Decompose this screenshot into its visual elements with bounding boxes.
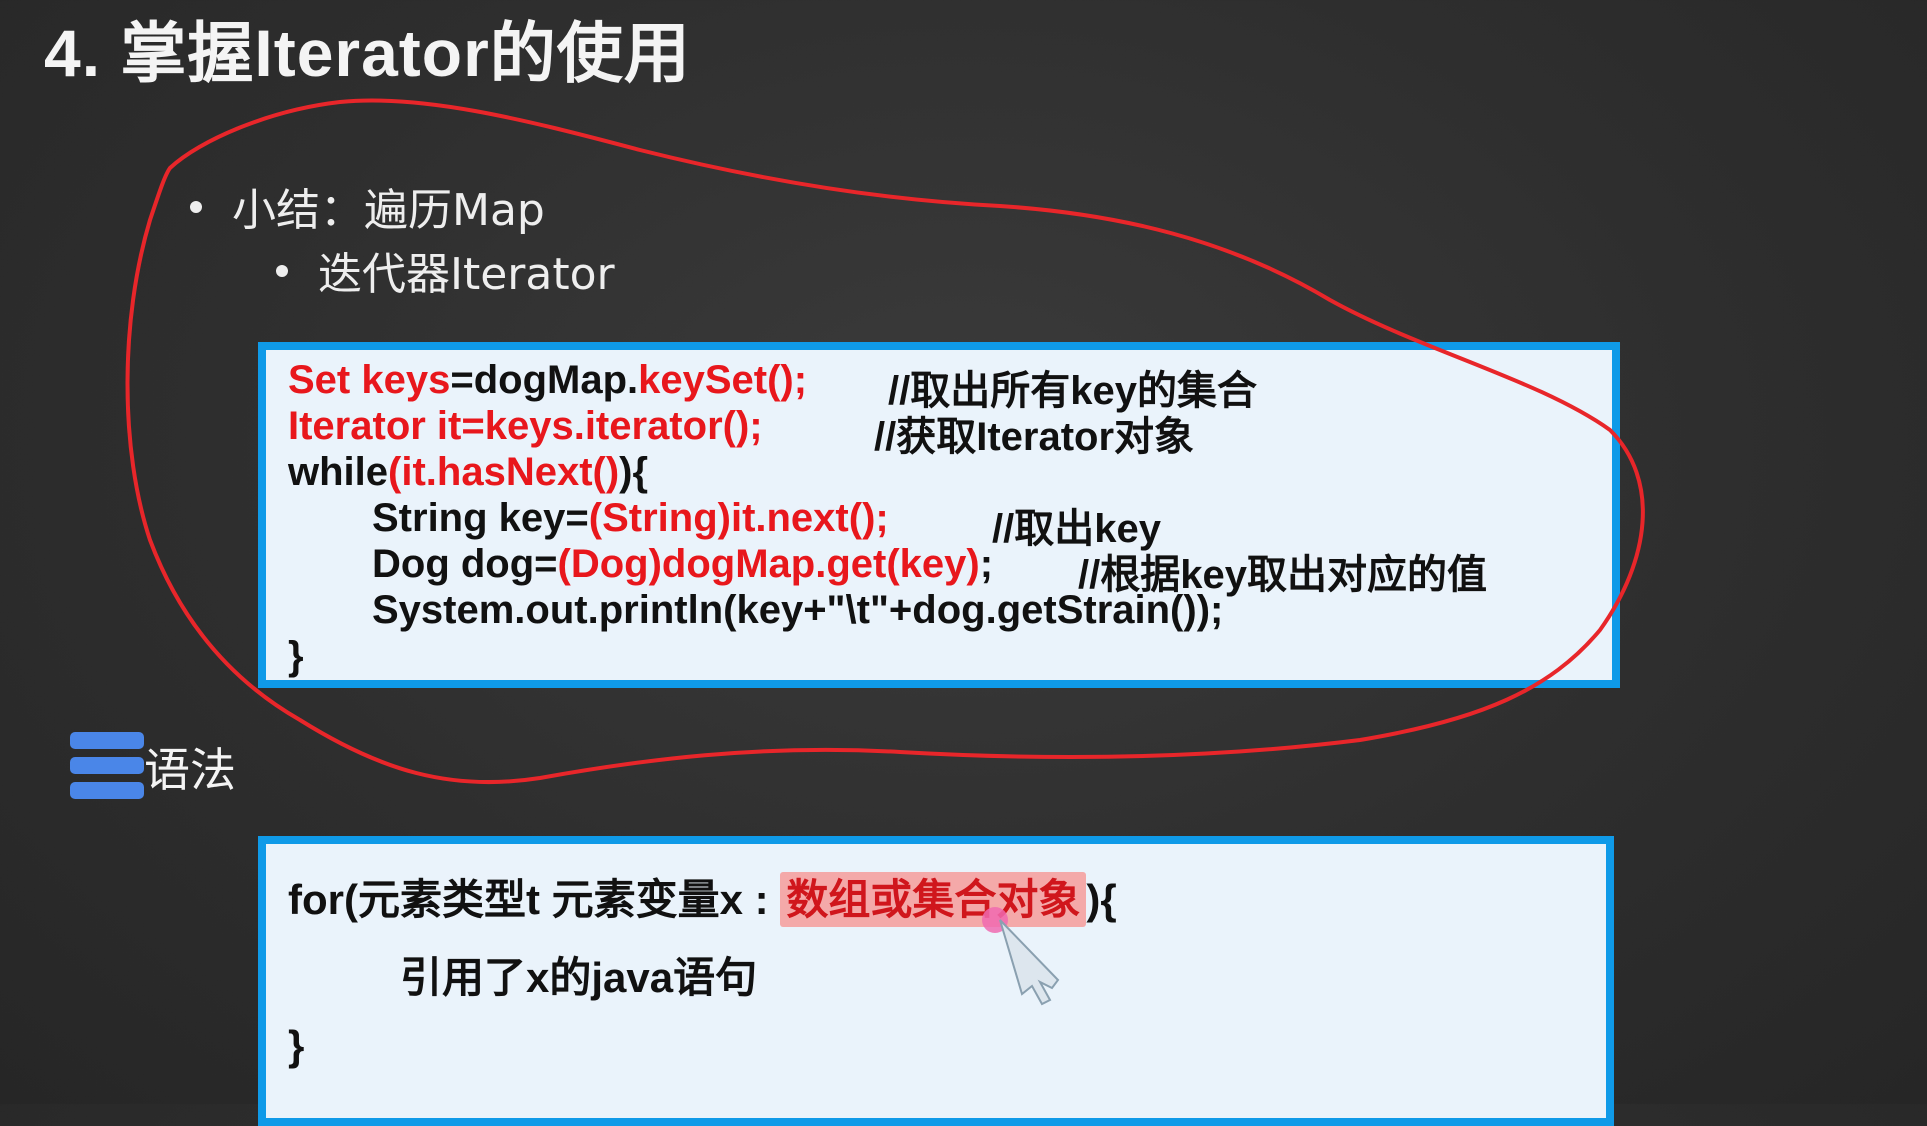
for-line-3: } <box>288 1022 305 1069</box>
for-line-2: 引用了x的java语句 <box>400 954 758 1001</box>
code-comment: //获取Iterator对象 <box>874 415 1195 459</box>
code-line-3: while(it.hasNext()){ <box>288 450 648 495</box>
code-token: =dogMap. <box>450 358 639 402</box>
slide-title: 4. 掌握Iterator的使用 <box>44 16 691 90</box>
code-line-4: String key=(String)it.next(); //取出key <box>372 496 1161 551</box>
summary-bullet-text: 小结：遍历Map <box>232 185 545 236</box>
iterator-bullet-text: 迭代器Iterator <box>318 249 615 300</box>
code-token: String key= <box>372 496 589 540</box>
iterator-bullet: 迭代器Iterator <box>276 238 615 302</box>
code-token: (Dog)dogMap.get(key) <box>557 542 980 586</box>
code-line-2: Iterator it=keys.iterator(); //获取Iterato… <box>288 404 1194 459</box>
code-token: Iterator it=keys.iterator(); <box>288 404 763 448</box>
code-token: keySet(); <box>638 358 808 402</box>
iterator-code-box: Set keys=dogMap.keySet(); //取出所有key的集合 I… <box>258 342 1620 688</box>
code-token: Dog dog= <box>372 542 558 586</box>
code-token: (String)it.next(); <box>588 496 889 540</box>
for-token: for(元素类型t 元素变量x : <box>288 876 781 923</box>
bullet-dot-icon <box>276 265 288 277</box>
highlighted-text: 数组或集合对象 <box>780 872 1087 927</box>
code-line-5: Dog dog=(Dog)dogMap.get(key); //根据key取出对… <box>372 542 1487 597</box>
bullet-dot-icon <box>190 201 202 213</box>
syntax-label: 语法 <box>144 743 236 797</box>
summary-bullet: 小结：遍历Map <box>190 174 545 238</box>
for-line-1: for(元素类型t 元素变量x : 数组或集合对象){ <box>288 866 1117 927</box>
code-line-7: } <box>288 634 304 678</box>
code-token: Set keys <box>288 358 451 402</box>
code-line-6: System.out.println(key+"\t"+dog.getStrai… <box>372 588 1224 632</box>
code-line-1: Set keys=dogMap.keySet(); //取出所有key的集合 <box>288 358 1257 413</box>
code-token: while <box>288 450 389 494</box>
for-token: ){ <box>1086 876 1117 923</box>
code-token: ; <box>979 542 994 586</box>
for-syntax-box: for(元素类型t 元素变量x : 数组或集合对象){ 引用了x的java语句 … <box>258 836 1614 1126</box>
list-icon <box>70 732 144 800</box>
code-token: (it.hasNext() <box>388 450 620 494</box>
code-token: ){ <box>619 450 649 494</box>
